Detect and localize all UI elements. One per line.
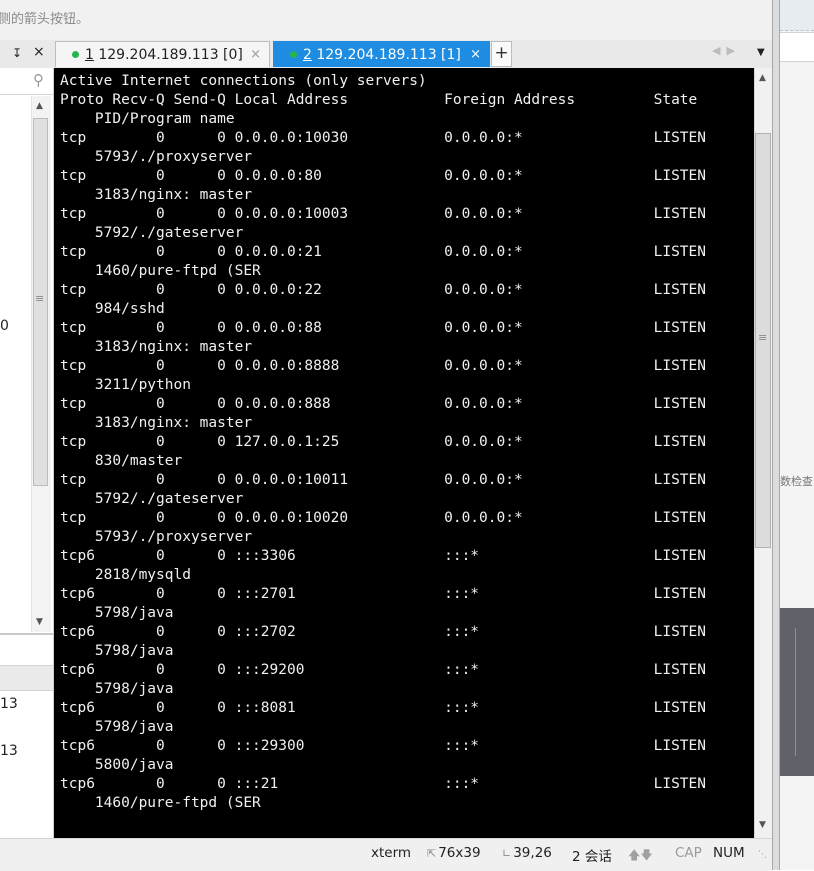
sidebar-list-header [0,665,53,691]
tab-number: 1 [85,47,94,63]
hint-text: 侧的箭头按钮。 [0,12,90,27]
session-count: 2 会话 [572,849,612,865]
tab-number: 2 [303,47,312,63]
sidebar-search-input[interactable] [0,68,53,95]
panel-close-icon[interactable]: × [33,44,45,60]
grip-icon: ≡ [35,292,45,305]
sidebar-item-value: 0 [0,318,9,334]
tab-close-icon[interactable]: × [470,42,481,68]
caps-lock-indicator: CAP [675,845,702,861]
session-tab-1[interactable]: 1 129.204.189.113 [0] × [55,41,270,67]
list-item[interactable]: 13 [0,743,18,759]
connected-status-icon [290,51,297,58]
tab-close-icon[interactable]: × [250,42,261,68]
terminal-output[interactable]: Active Internet connections (only server… [54,68,756,838]
scroll-down-icon[interactable]: ▼ [36,617,43,627]
terminal-size-value: 76x39 [438,845,481,861]
scroll-up-icon[interactable]: ▲ [759,73,766,83]
window-border [772,0,780,870]
background-toolbar [780,0,814,31]
pin-icon[interactable]: ↧ [12,46,22,60]
terminal-text: Active Internet connections (only server… [60,73,707,811]
cursor-icon: ∟ [502,847,512,860]
terminal-type: xterm [371,845,412,861]
cursor-position: ∟ 39,26 [502,845,552,861]
new-tab-button[interactable]: + [491,41,512,67]
tab-title: 129.204.189.113 [0] [93,47,243,63]
list-item[interactable]: 13 [0,696,18,712]
background-divider [795,628,796,756]
session-tab-2[interactable]: 2 129.204.189.113 [1] × [273,41,490,67]
grip-icon: ≡ [758,331,768,344]
cursor-position-value: 39,26 [513,845,552,861]
scroll-down-icon[interactable]: ▼ [759,820,766,830]
tab-scroll-arrows-icon[interactable]: ◀▶ [712,44,741,57]
terminal-size: ⇱ 76x39 [427,845,481,861]
hint-banner: 侧的箭头按钮。 [0,0,772,40]
background-label: 数检查 [780,475,813,488]
session-nav-arrows-icon[interactable]: 🡅🡇 [628,846,653,867]
num-lock-indicator: NUM [713,845,745,861]
search-icon[interactable]: ⚲ [33,71,44,89]
tab-list-dropdown-icon[interactable]: ▼ [757,47,765,58]
scroll-up-icon[interactable]: ▲ [36,101,43,111]
tab-title: 129.204.189.113 [1] [311,47,461,63]
connected-status-icon [72,51,79,58]
resize-grip-icon[interactable]: ⋱ [758,850,767,860]
background-input [780,32,814,62]
sidebar-divider [0,633,53,635]
background-panel [780,608,814,776]
resize-icon: ⇱ [427,847,437,860]
